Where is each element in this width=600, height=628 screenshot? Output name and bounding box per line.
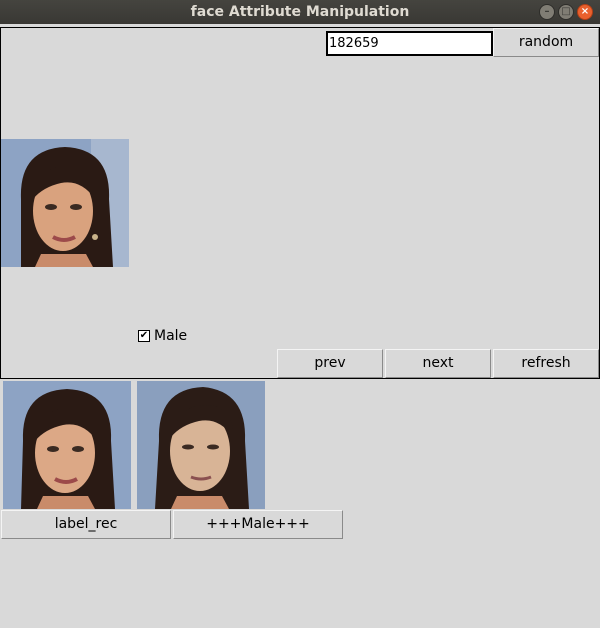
male-attribute-button[interactable]: +++Male+++ [173,510,343,539]
refresh-button[interactable]: refresh [493,349,599,378]
reconstructed-face-image [3,381,131,509]
prev-button[interactable]: prev [277,349,383,378]
close-icon[interactable]: × [577,4,593,20]
next-button[interactable]: next [385,349,491,378]
checkmark-icon: ✔ [139,330,149,341]
seed-input[interactable] [326,31,493,56]
maximize-icon[interactable]: □ [558,4,574,20]
male-checkbox-label: Male [154,328,188,344]
male-checkbox[interactable]: ✔ [138,330,150,342]
source-face-image [1,139,129,267]
manipulated-male-face-image [137,381,265,509]
window-title: face Attribute Manipulation [190,4,410,20]
window-titlebar: face Attribute Manipulation [0,0,600,24]
minimize-icon[interactable]: – [539,4,555,20]
label-rec-button[interactable]: label_rec [1,510,171,539]
random-button[interactable]: random [493,28,599,57]
